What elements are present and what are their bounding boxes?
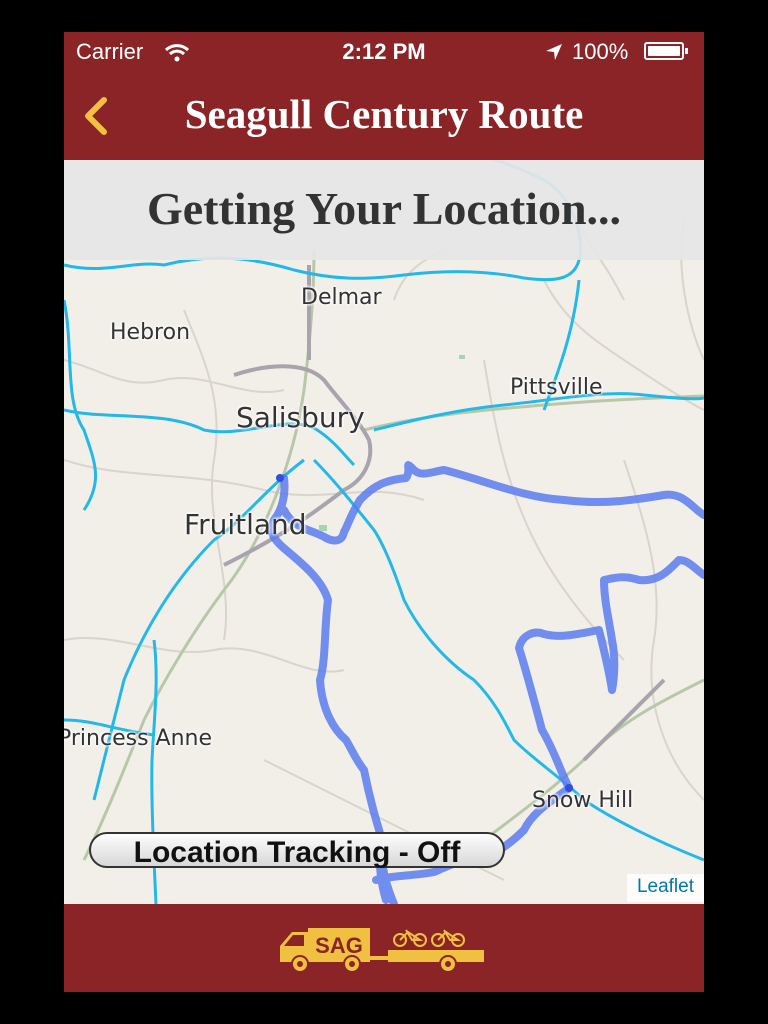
- app-screen: Carrier 2:12 PM 100% Seagull Century Rou…: [64, 32, 704, 992]
- map-label-snow-hill: Snow Hill: [532, 788, 634, 813]
- location-tracking-label: Location Tracking - Off: [133, 836, 461, 869]
- page-title: Seagull Century Route: [184, 91, 584, 137]
- route-map[interactable]: Delmar Hebron Pittsville Salisbury Fruit…: [64, 160, 704, 904]
- map-label-pittsville: Pittsville: [510, 375, 603, 400]
- nav-bar: Seagull Century Route: [64, 72, 704, 160]
- location-status-text: Getting Your Location...: [146, 183, 622, 234]
- sag-truck-bikes-icon[interactable]: SAG: [278, 922, 488, 976]
- map-attribution-link[interactable]: Leaflet: [626, 874, 704, 902]
- map-label-fruitland: Fruitland: [184, 508, 307, 541]
- map-label-hebron: Hebron: [110, 320, 191, 345]
- sag-logo-text: SAG: [315, 933, 363, 958]
- footer-bar: SAG: [64, 904, 704, 992]
- location-arrow-icon: [546, 44, 562, 60]
- map-label-princess-anne: Princess Anne: [64, 726, 212, 751]
- battery-percent: 100%: [572, 39, 629, 64]
- location-tracking-button[interactable]: Location Tracking - Off: [89, 832, 505, 869]
- map-label-delmar: Delmar: [301, 285, 382, 310]
- battery-fill: [648, 46, 680, 56]
- map-label-salisbury: Salisbury: [236, 401, 365, 434]
- location-status-banner: Getting Your Location...: [64, 160, 704, 260]
- status-bar: Carrier 2:12 PM 100%: [64, 32, 704, 72]
- battery-icon: [644, 42, 688, 60]
